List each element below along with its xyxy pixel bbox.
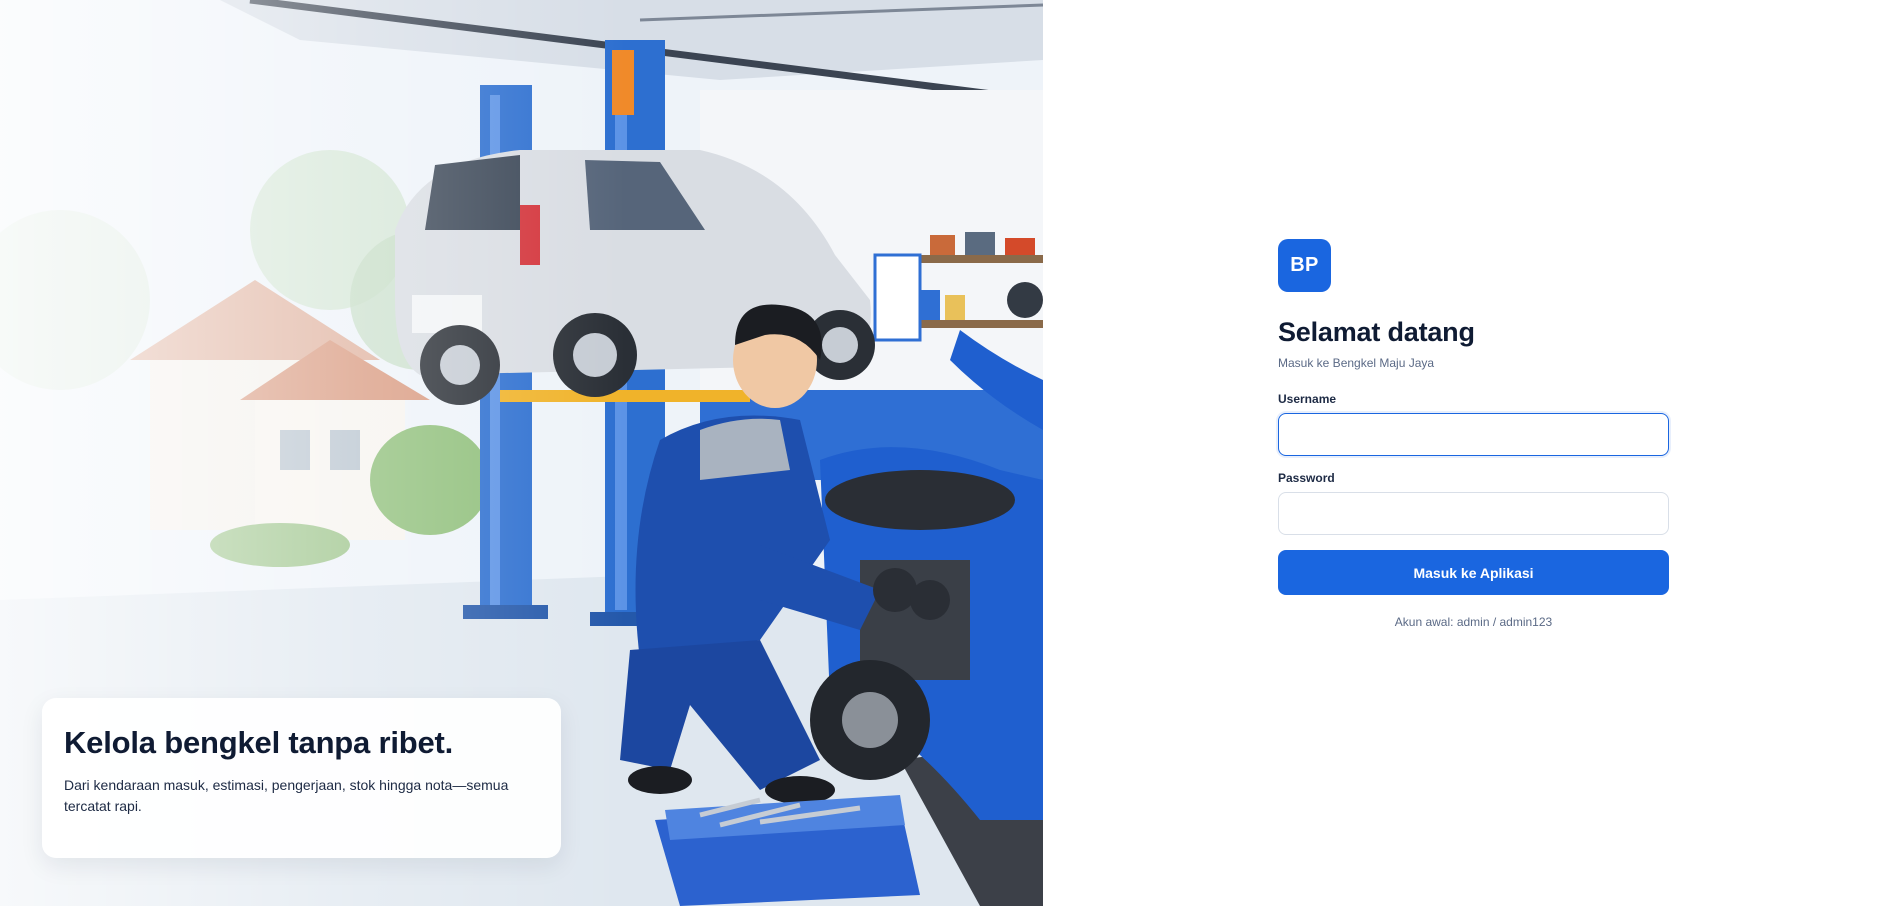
page-title: Selamat datang [1278,317,1475,347]
username-label: Username [1278,392,1337,406]
login-panel: BP Selamat datang Masuk ke Bengkel Maju … [1043,0,1904,906]
password-label: Password [1278,471,1335,485]
login-button[interactable]: Masuk ke Aplikasi [1278,550,1669,595]
username-input[interactable] [1278,413,1669,456]
login-form: BP Selamat datang Masuk ke Bengkel Maju … [1278,239,1669,629]
page-subtitle: Masuk ke Bengkel Maju Jaya [1278,356,1435,370]
default-account-hint: Akun awal: admin / admin123 [1394,615,1553,629]
login-page: Kelola bengkel tanpa ribet. Dari kendara… [0,0,1904,906]
hero-description: Dari kendaraan masuk, estimasi, pengerja… [64,777,509,815]
hero-title: Kelola bengkel tanpa ribet. [64,725,454,760]
password-input[interactable] [1278,492,1669,535]
brand-logo: BP [1278,239,1331,292]
hero-card: Kelola bengkel tanpa ribet. Dari kendara… [42,698,561,858]
hero-panel: Kelola bengkel tanpa ribet. Dari kendara… [0,0,1043,906]
